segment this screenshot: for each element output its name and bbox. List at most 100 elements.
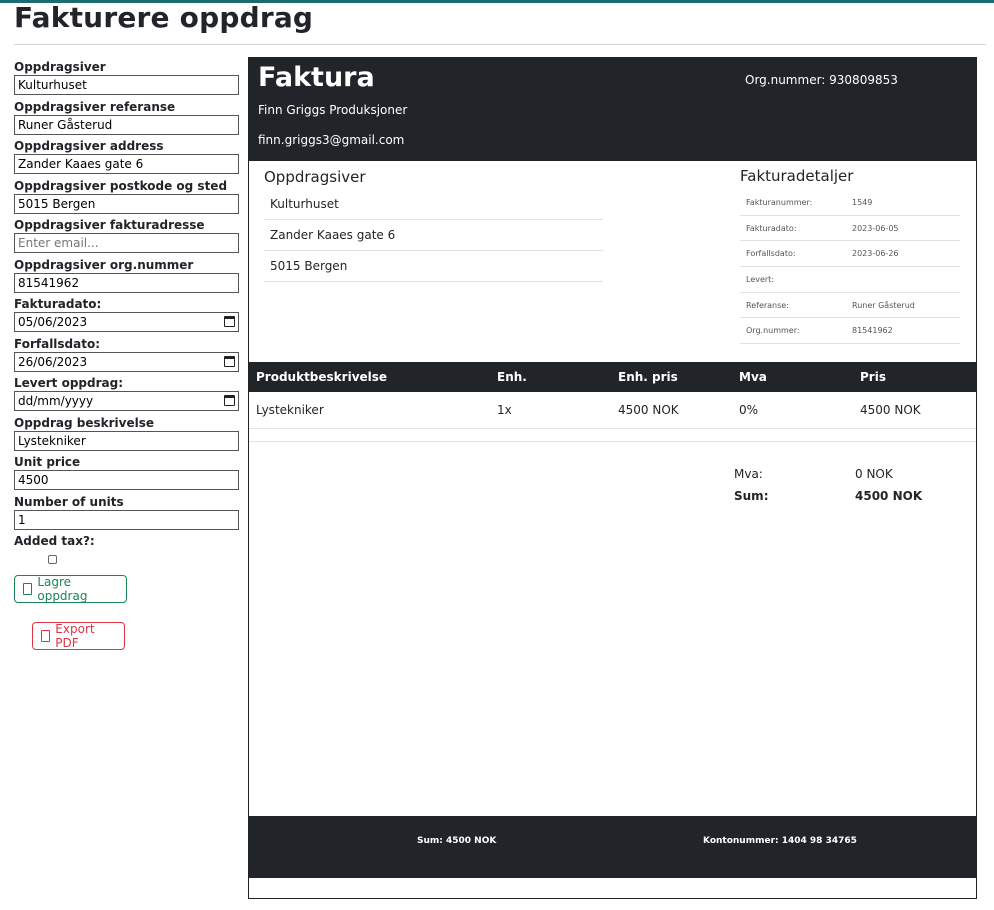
details-section-title: Fakturadetaljer bbox=[740, 167, 854, 185]
invoice-preview: Faktura Finn Griggs Produksjoner finn.gr… bbox=[248, 57, 977, 899]
units-input[interactable]: 1 bbox=[14, 509, 239, 530]
detail-row: Org.nummer: 81541962 bbox=[740, 318, 960, 345]
client-line: Zander Kaaes gate 6 bbox=[264, 220, 603, 251]
detail-row: Referanse: Runer Gåsterud bbox=[740, 293, 960, 319]
field-label: Oppdragsiver fakturadresse bbox=[14, 218, 205, 232]
divider bbox=[249, 441, 976, 442]
detail-key: Fakturanummer: bbox=[746, 197, 813, 207]
calendar-icon[interactable] bbox=[224, 355, 235, 367]
beskrivelse-input[interactable]: Lystekniker bbox=[14, 430, 239, 451]
detail-key: Forfallsdato: bbox=[746, 249, 796, 259]
mva-value: 0 NOK bbox=[855, 467, 893, 481]
orgnummer-input[interactable]: 81541962 bbox=[14, 272, 239, 293]
postkode-input[interactable]: 5015 Bergen bbox=[14, 193, 239, 214]
save-button[interactable]: Lagre oppdrag bbox=[14, 575, 127, 603]
client-section-title: Oppdragsiver bbox=[264, 168, 366, 186]
table-cell: 4500 NOK bbox=[860, 403, 921, 417]
column-header: Enh. pris bbox=[618, 370, 678, 384]
detail-row: Fakturadato: 2023-06-05 bbox=[740, 216, 960, 242]
field-label: Oppdragsiver address bbox=[14, 139, 164, 153]
detail-value: Runer Gåsterud bbox=[852, 300, 915, 310]
field-address: Oppdragsiver address Zander Kaaes gate 6 bbox=[14, 139, 240, 179]
detail-key: Levert: bbox=[746, 274, 775, 284]
pdf-file-icon bbox=[41, 630, 51, 642]
invoice-title: Faktura bbox=[258, 62, 375, 93]
date-value: 26/06/2023 bbox=[18, 354, 88, 369]
field-fakturadresse: Oppdragsiver fakturadresse Enter email..… bbox=[14, 218, 240, 258]
field-referanse: Oppdragsiver referanse Runer Gåsterud bbox=[14, 100, 240, 140]
field-label: Fakturadato: bbox=[14, 297, 102, 311]
invoice-totals: Mva: 0 NOK Sum: 4500 NOK bbox=[734, 463, 922, 507]
fakturadresse-input[interactable]: Enter email... bbox=[14, 233, 239, 253]
tax-checkbox[interactable] bbox=[48, 555, 57, 564]
save-button-label: Lagre oppdrag bbox=[37, 575, 88, 603]
field-label: Oppdrag beskrivelse bbox=[14, 415, 154, 430]
date-value: 05/06/2023 bbox=[18, 315, 88, 329]
calendar-icon[interactable] bbox=[224, 316, 235, 327]
column-header: Enh. bbox=[497, 370, 527, 384]
field-label: Forfallsdato: bbox=[14, 336, 101, 351]
invoice-header: Faktura Finn Griggs Produksjoner finn.gr… bbox=[249, 58, 976, 161]
detail-value: 1549 bbox=[852, 197, 873, 207]
date-placeholder: dd/mm/yyyy bbox=[18, 394, 94, 408]
field-beskrivelse: Oppdrag beskrivelse Lystekniker bbox=[14, 416, 240, 456]
divider bbox=[14, 44, 986, 45]
detail-value: 81541962 bbox=[852, 326, 893, 336]
field-label: Oppdragsiver org.nummer bbox=[14, 257, 194, 272]
field-label: Oppdragsiver postkode og sted bbox=[14, 178, 228, 193]
field-units: Number of units 1 bbox=[14, 495, 240, 535]
export-pdf-button[interactable]: Export PDF bbox=[32, 622, 125, 650]
sum-label: Sum: bbox=[734, 489, 769, 503]
client-details: Kulturhuset Zander Kaaes gate 6 5015 Ber… bbox=[264, 189, 603, 282]
client-line: Kulturhuset bbox=[264, 189, 603, 220]
oppdragsiver-input[interactable]: Kulturhuset bbox=[14, 75, 239, 95]
company-org-number: Org.nummer: 930809853 bbox=[745, 73, 898, 87]
field-label: Unit price bbox=[14, 455, 81, 469]
download-icon bbox=[23, 583, 33, 595]
field-unit-price: Unit price 4500 bbox=[14, 455, 240, 495]
unit-price-input[interactable]: 4500 bbox=[14, 470, 239, 490]
field-oppdragsiver: Oppdragsiver Kulturhuset bbox=[14, 60, 240, 100]
column-header: Produktbeskrivelse bbox=[256, 370, 388, 384]
export-button-label: Export PDF bbox=[55, 622, 95, 650]
forfallsdato-input[interactable]: 26/06/2023 bbox=[14, 351, 239, 372]
mva-label: Mva: bbox=[734, 467, 763, 481]
fakturadato-input[interactable]: 05/06/2023 bbox=[14, 312, 239, 332]
detail-key: Org.nummer: bbox=[746, 326, 800, 336]
field-label: Number of units bbox=[14, 494, 124, 509]
detail-value: 2023-06-05 bbox=[852, 223, 899, 233]
table-cell: 4500 NOK bbox=[618, 403, 679, 417]
column-header: Pris bbox=[860, 370, 886, 384]
detail-row: Levert: bbox=[740, 267, 960, 293]
table-header: Produktbeskrivelse Enh. Enh. pris Mva Pr… bbox=[249, 362, 976, 392]
tax-label: Added tax?: bbox=[14, 534, 95, 548]
address-input[interactable]: Zander Kaaes gate 6 bbox=[14, 154, 239, 174]
sum-row: Sum: 4500 NOK bbox=[734, 485, 922, 507]
invoice-footer: Sum: 4500 NOK Kontonummer: 1404 98 34765 bbox=[249, 816, 976, 878]
detail-row: Forfallsdato: 2023-06-26 bbox=[740, 241, 960, 268]
page-title: Fakturere oppdrag bbox=[14, 1, 314, 34]
table-cell: Lystekniker bbox=[256, 403, 324, 417]
field-orgnummer: Oppdragsiver org.nummer 81541962 bbox=[14, 258, 240, 298]
detail-key: Referanse: bbox=[746, 300, 789, 310]
calendar-icon[interactable] bbox=[224, 395, 235, 406]
detail-row: Fakturanummer: 1549 bbox=[740, 190, 960, 216]
company-email: finn.griggs3@gmail.com bbox=[258, 133, 405, 147]
invoice-details: Fakturanummer: 1549 Fakturadato: 2023-06-0… bbox=[740, 190, 960, 345]
assignment-form: Oppdragsiver Kulturhuset Oppdragsiver re… bbox=[14, 60, 240, 564]
detail-key: Fakturadato: bbox=[746, 223, 797, 233]
field-postkode: Oppdragsiver postkode og sted 5015 Berge… bbox=[14, 179, 240, 219]
client-line: 5015 Bergen bbox=[264, 251, 603, 282]
referanse-input[interactable]: Runer Gåsterud bbox=[14, 114, 239, 135]
field-fakturadato: Fakturadato: 05/06/2023 bbox=[14, 297, 240, 337]
detail-value: 2023-06-26 bbox=[852, 249, 899, 259]
table-cell: 1x bbox=[497, 403, 512, 417]
field-label: Levert oppdrag: bbox=[14, 376, 123, 390]
company-name: Finn Griggs Produksjoner bbox=[258, 103, 408, 117]
levert-input[interactable]: dd/mm/yyyy bbox=[14, 391, 239, 411]
column-header: Mva bbox=[739, 370, 767, 384]
field-levert: Levert oppdrag: dd/mm/yyyy bbox=[14, 376, 240, 416]
table-row: Lystekniker 1x 4500 NOK 0% 4500 NOK bbox=[249, 392, 976, 429]
footer-sum: Sum: 4500 NOK bbox=[417, 836, 497, 846]
field-label: Oppdragsiver bbox=[14, 60, 106, 74]
